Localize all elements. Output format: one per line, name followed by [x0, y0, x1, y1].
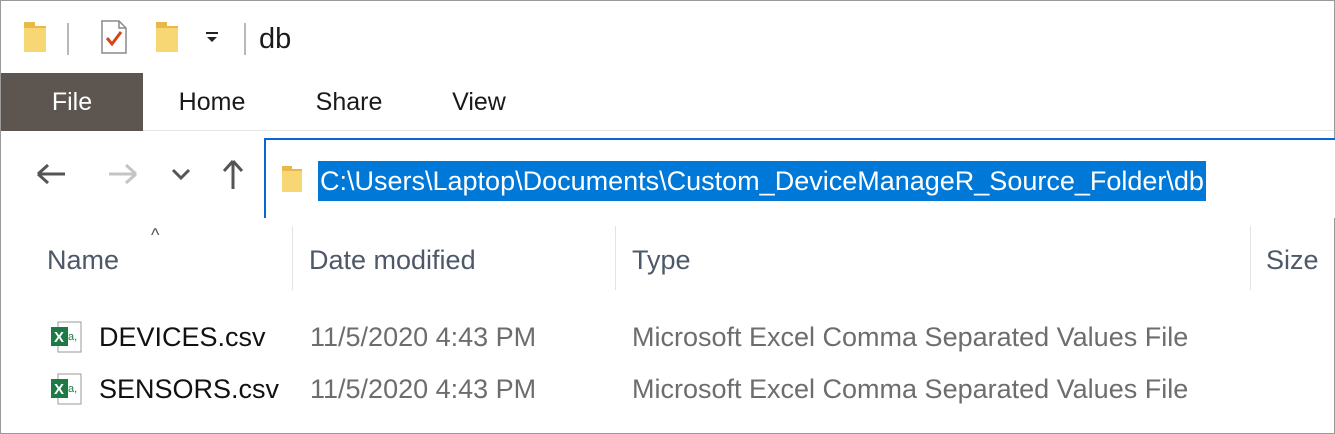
chevron-down-icon	[171, 168, 191, 181]
title-bar: db	[1, 1, 1334, 73]
svg-text:a,: a,	[68, 331, 77, 343]
back-button[interactable]	[29, 152, 73, 196]
toolbar-separator	[244, 23, 246, 55]
file-name[interactable]: SENSORS.csv	[99, 363, 279, 415]
file-date: 11/5/2020 4:43 PM	[310, 322, 537, 352]
address-path[interactable]: C:\Users\Laptop\Documents\Custom_DeviceM…	[318, 161, 1206, 201]
column-divider[interactable]	[292, 226, 293, 290]
new-folder-icon[interactable]	[151, 1, 183, 73]
column-divider[interactable]	[1250, 226, 1251, 290]
arrow-left-icon	[36, 163, 65, 185]
ribbon: File Home Share View	[1, 73, 1334, 131]
svg-text:X: X	[54, 381, 64, 398]
customize-dropdown-icon[interactable]	[199, 1, 225, 73]
file-type: Microsoft Excel Comma Separated Values F…	[632, 374, 1189, 404]
folder-icon[interactable]	[19, 1, 51, 73]
file-type: Microsoft Excel Comma Separated Values F…	[632, 322, 1189, 352]
column-header-name[interactable]: Name	[47, 222, 119, 294]
recent-locations-button[interactable]	[161, 152, 201, 196]
column-header-size[interactable]: Size	[1266, 222, 1319, 294]
properties-checkmark-icon[interactable]	[97, 1, 131, 73]
file-row[interactable]: a, X SENSORS.csv 11/5/2020 4:43 PM Micro…	[1, 363, 1334, 415]
toolbar-separator	[67, 23, 69, 55]
up-button[interactable]	[211, 152, 255, 196]
file-explorer-window: db File Home Share View C:\Users\Laptop\…	[0, 0, 1335, 434]
folder-icon	[280, 164, 306, 194]
tab-file[interactable]: File	[1, 73, 143, 131]
sort-indicator-icon: ^	[151, 225, 160, 245]
file-date: 11/5/2020 4:43 PM	[310, 374, 537, 404]
forward-button[interactable]	[101, 152, 145, 196]
svg-text:X: X	[54, 329, 64, 346]
tab-view[interactable]: View	[437, 73, 521, 131]
window-title: db	[259, 23, 292, 55]
excel-csv-icon: a, X	[49, 320, 83, 354]
file-name[interactable]: DEVICES.csv	[99, 311, 266, 363]
arrow-right-icon	[109, 163, 138, 185]
tab-share[interactable]: Share	[301, 73, 397, 131]
column-headers: ^ Name Date modified Type Size	[1, 222, 1334, 294]
arrow-up-icon	[222, 159, 244, 189]
column-divider[interactable]	[615, 226, 616, 290]
address-bar[interactable]: C:\Users\Laptop\Documents\Custom_DeviceM…	[264, 138, 1335, 218]
svg-text:a,: a,	[68, 383, 77, 395]
navigation-bar: C:\Users\Laptop\Documents\Custom_DeviceM…	[1, 132, 1335, 222]
excel-csv-icon: a, X	[49, 372, 83, 406]
column-header-date[interactable]: Date modified	[309, 222, 476, 294]
column-header-type[interactable]: Type	[632, 222, 691, 294]
file-row[interactable]: a, X DEVICES.csv 11/5/2020 4:43 PM Micro…	[1, 311, 1334, 363]
tab-home[interactable]: Home	[163, 73, 261, 131]
